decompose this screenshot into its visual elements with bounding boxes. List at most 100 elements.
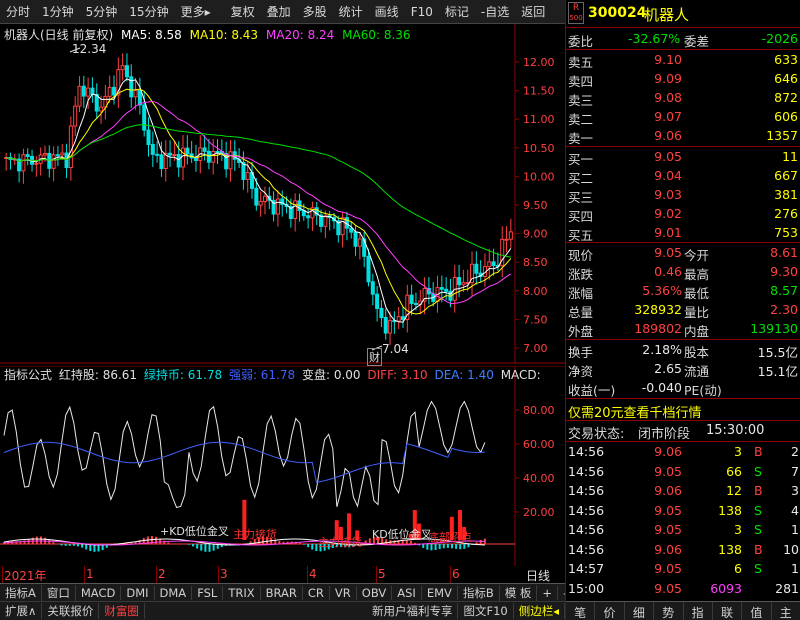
buy-price: 9.05 [654, 149, 682, 164]
candle-body [21, 154, 26, 172]
toolbar-item-0[interactable]: 分时 [0, 3, 36, 20]
toolbar-item-13[interactable]: 返回 [515, 3, 551, 20]
toolbar-item-2[interactable]: 5分钟 [80, 3, 124, 20]
tick-time: 14:56 [568, 541, 605, 557]
tabs-row1-8[interactable]: CR [303, 585, 330, 600]
tabs-row2-0[interactable]: 扩展∧ [0, 603, 43, 619]
indicator-chart[interactable]: 80.00 60.00 40.00 20.00 指标公式 红持股: 86.61 绿持币… [0, 365, 565, 566]
toolbar-item-10[interactable]: F10 [405, 5, 439, 19]
toolbar-item-6[interactable]: 叠加 [261, 3, 297, 20]
tabs-row1-7[interactable]: BRAR [261, 585, 303, 600]
candle-body [86, 87, 91, 97]
candle-body [349, 227, 354, 233]
dibu-annotation: 底部招点 [428, 531, 472, 544]
indicator-name[interactable]: 指标公式 [4, 368, 52, 382]
dea-value: DEA: 1.40 [434, 368, 494, 382]
tabs-row1-0[interactable]: 指标A [0, 584, 42, 601]
buy-row-5: 买五 9.01 753 [566, 223, 800, 243]
candle-body [146, 129, 151, 146]
tabs-row1-3[interactable]: DMI [121, 585, 155, 600]
sell-price: 9.10 [654, 52, 682, 67]
finance-marker[interactable]: 财 [367, 348, 382, 366]
time-tick [156, 566, 157, 583]
toolbar-item-9[interactable]: 画线 [369, 3, 405, 20]
toolbar-item-4[interactable]: 更多▸ [175, 3, 217, 20]
side-tab-0[interactable]: 笔 [566, 602, 596, 620]
tabs-row1-11[interactable]: ASI [392, 585, 422, 600]
side-tab-6[interactable]: 值 [742, 602, 772, 620]
time-label: 1 [86, 567, 94, 581]
toolbar-item-11[interactable]: 标记 [439, 3, 475, 20]
tabs-row1-14[interactable]: 模 板 [500, 584, 538, 601]
y-tick-label: 10.00 [523, 170, 555, 183]
tabs-row1-2[interactable]: MACD [76, 585, 122, 600]
indicator-svg[interactable]: 80.00 60.00 40.00 20.00 [0, 365, 565, 566]
side-tab-4[interactable]: 指 [684, 602, 713, 620]
tabs-row2-3[interactable]: 新用户福利专享 [367, 603, 459, 619]
tabs-row1-13[interactable]: 指标B [458, 584, 500, 601]
toolbar-item-7[interactable]: 多股 [297, 3, 333, 20]
indicator-bg [0, 366, 565, 566]
tick-volume: 3 [734, 444, 742, 459]
lv-chibi: 绿持币: 61.78 [143, 368, 223, 382]
promo-link[interactable]: 仅需20元查看千档行情 [568, 402, 702, 421]
fund-row: 换手 2.18% 股本 15.5亿 [566, 340, 800, 360]
buy-row-1: 买一 9.05 11 [566, 147, 800, 167]
tick-count: 10 [783, 541, 799, 557]
account-badge[interactable]: R 500 [568, 2, 584, 24]
candle-body [340, 217, 345, 236]
tabs-row2-2[interactable]: 财富圈 [99, 603, 145, 619]
candlestick-svg[interactable]: 12.00 11.50 11.00 10.50 10.00 9.50 9.00 8.50 8.0… [0, 24, 565, 364]
side-tab-2[interactable]: 细 [625, 602, 655, 620]
tick-direction: S [754, 561, 762, 576]
tabs-row1-5[interactable]: FSL [192, 585, 224, 600]
candle-body [150, 144, 155, 155]
tabs-row1-10[interactable]: OBV [357, 585, 393, 600]
candle-body [400, 316, 406, 321]
period-label[interactable]: 日线 [526, 567, 550, 584]
fund-value: 2.18% [642, 342, 682, 357]
tabs-row2-4[interactable]: 图文F10 [458, 603, 514, 619]
buy-price: 9.02 [654, 206, 682, 221]
side-tab-1[interactable]: 价 [595, 602, 625, 620]
weibi-value: -32.67% [628, 31, 681, 46]
tabs-row1-15[interactable]: + [537, 585, 559, 600]
promo-row[interactable]: 仅需20元查看千档行情 [566, 400, 800, 421]
tick-time: 14:56 [568, 522, 605, 537]
stat-value: 8.61 [770, 245, 798, 260]
y-tick-label: 11.50 [523, 85, 555, 98]
tabs-row1-1[interactable]: 窗口 [42, 584, 76, 601]
tabs-row2-5[interactable]: 侧边栏◂ [514, 603, 565, 619]
stat-label: 内盘 [684, 324, 710, 339]
ma5-value: MA5: 8.58 [121, 28, 182, 42]
ma20-value: MA20: 8.24 [265, 28, 335, 42]
tick-row: 15:00 9.05 6093 281 [566, 579, 800, 598]
toolbar-item-5[interactable]: 复权 [217, 3, 261, 20]
indicator-tabs: 指标A 窗口 MACD DMI DMA FSL TRIX BRAR CR VR OBV ASI EMV 指… [0, 583, 574, 601]
tabs-row2-1[interactable]: 关联报价 [42, 603, 100, 619]
buy-price: 9.04 [654, 168, 682, 183]
toolbar-item-8[interactable]: 统计 [333, 3, 369, 20]
tabs-row1-12[interactable]: EMV [422, 585, 458, 600]
stat-value: 2.30 [770, 302, 798, 317]
time-label: 5 [378, 567, 386, 581]
toolbar-item-1[interactable]: 1分钟 [36, 3, 80, 20]
y-tick-label: 8.50 [523, 256, 548, 269]
tabs-row1-6[interactable]: TRIX [223, 585, 261, 600]
tabs-row1-4[interactable]: DMA [155, 585, 193, 600]
tick-row: 14:56 9.05 138 S 4 [566, 501, 800, 520]
candle-body [254, 187, 259, 206]
tick-count: 1 [791, 561, 799, 576]
side-tab-3[interactable]: 势 [654, 602, 684, 620]
tick-direction: B [754, 483, 763, 498]
candle-body [172, 153, 177, 156]
side-tab-5[interactable]: 联 [713, 602, 743, 620]
quote-side-tabs: 笔价细势指联值主 [566, 601, 800, 620]
side-tab-7[interactable]: 主 [772, 602, 800, 620]
candlestick-chart[interactable]: 12.00 11.50 11.00 10.50 10.00 9.50 9.00 8.50 8.0… [0, 24, 565, 366]
buy-volume: 11 [782, 149, 798, 164]
tick-direction: S [754, 502, 762, 518]
toolbar-item-3[interactable]: 15分钟 [123, 3, 174, 20]
tabs-row1-9[interactable]: VR [330, 585, 357, 600]
toolbar-item-12[interactable]: -自选 [475, 3, 515, 20]
